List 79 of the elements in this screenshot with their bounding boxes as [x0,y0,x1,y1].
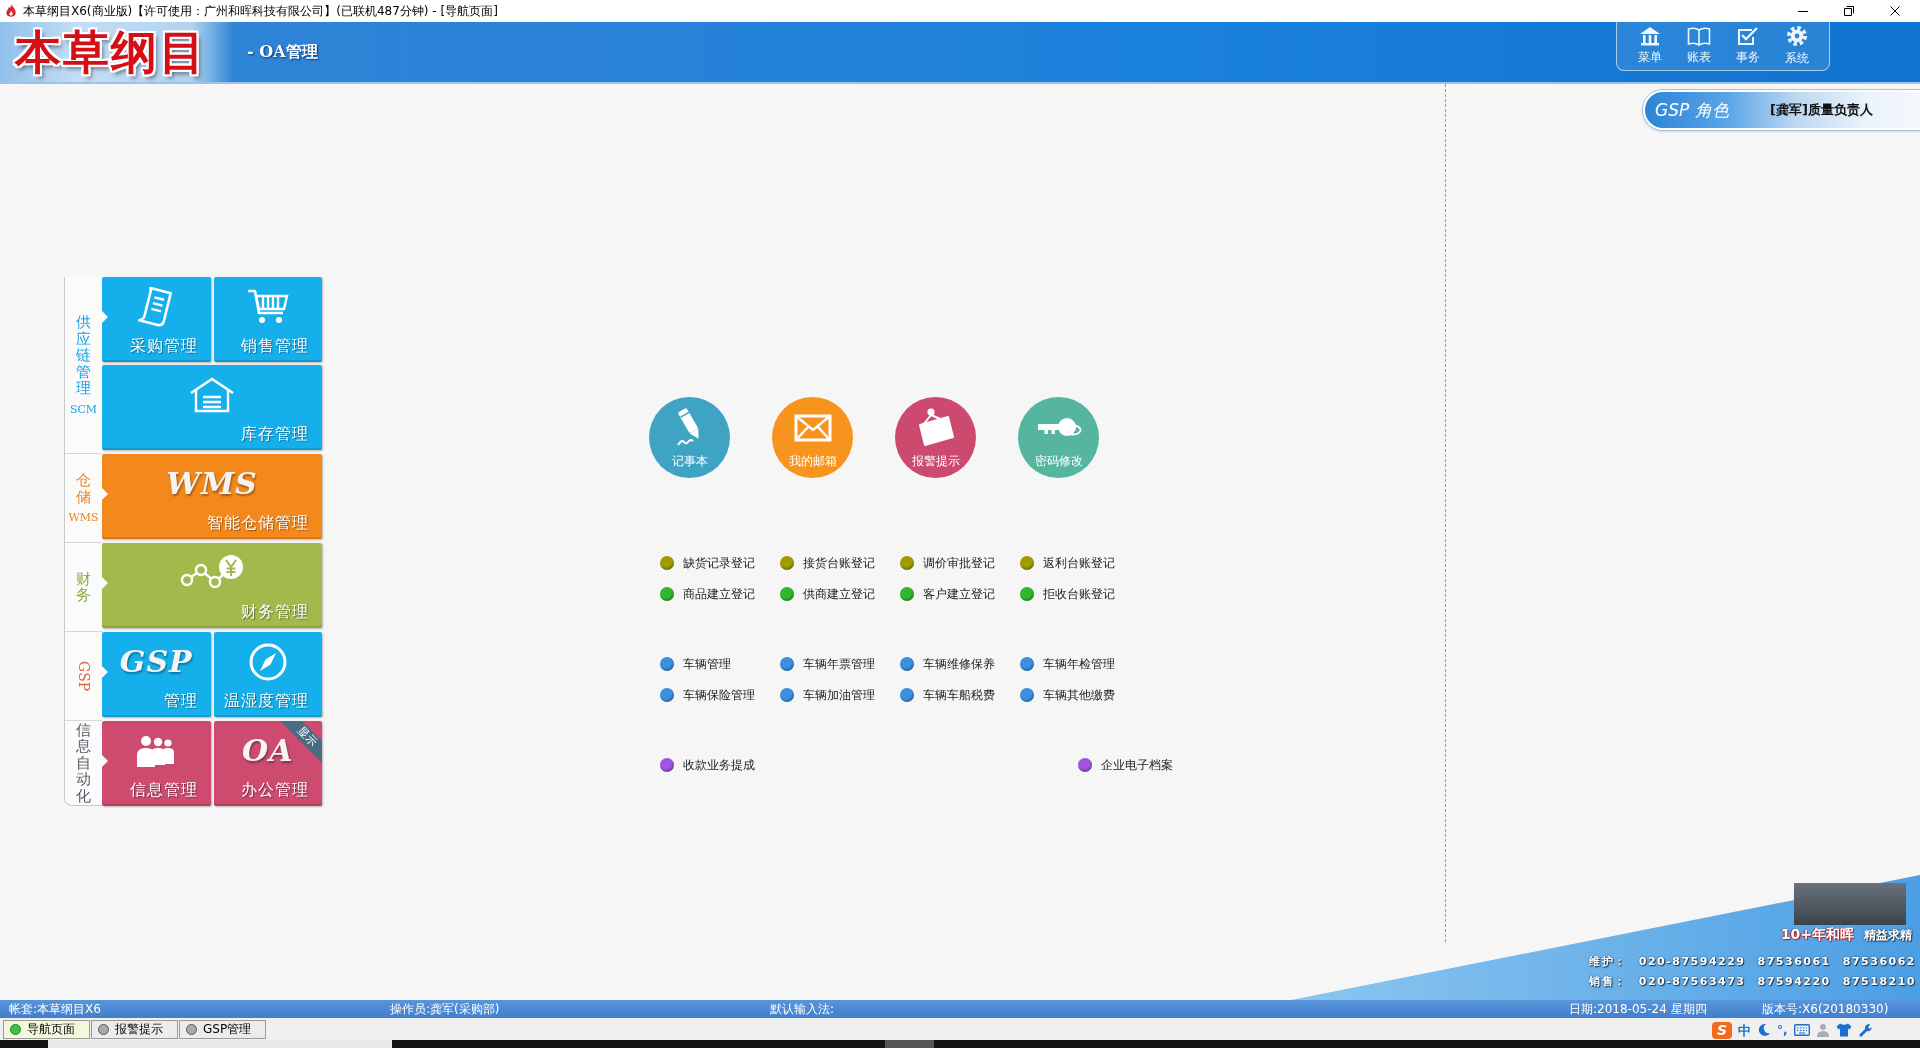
nav-link[interactable]: 车辆车船税费 [900,680,995,710]
keyboard-icon [1793,1024,1810,1036]
settings-icon [1785,25,1808,47]
app-logo: 本草纲目 [15,29,207,75]
status-text: 版本号:X6(20180330) [1762,1002,1890,1016]
category-code: WMS [68,511,99,524]
nav-link[interactable]: 拒收台账登记 [1020,579,1115,609]
category-label: 供应链管理 [76,314,91,397]
nav-link[interactable]: 调价审批登记 [900,548,995,578]
flame-icon [4,4,18,18]
nav-link[interactable]: 车辆年票管理 [780,649,875,679]
restore-icon [1844,6,1854,16]
category-label: GSP [76,660,91,692]
close-icon [1890,6,1900,16]
nav-link[interactable]: 缺货记录登记 [660,548,755,578]
people-icon [136,734,177,768]
category-label: 仓储 [76,472,91,505]
wrench-icon [1857,1022,1873,1038]
logo-text: WMS [166,469,258,499]
shirt-icon [1835,1023,1852,1037]
tab[interactable]: 导航页面 [3,1019,90,1039]
ime-punctuation[interactable]: °, [1777,1023,1788,1037]
warehouse-icon [189,377,235,413]
contact-label: 销售： [1589,975,1627,988]
page-subtitle: - OA管理 [247,41,318,63]
nav-link[interactable]: 收款业务提成 [660,750,755,780]
phone-number: 87536062 [1842,955,1916,968]
category-code: SCM [69,402,98,416]
moon-icon [1757,1023,1771,1037]
nav-link[interactable]: 商品建立登记 [660,579,755,609]
nav-link[interactable]: 车辆维修保养 [900,649,995,679]
module-tile[interactable]: 信息管理 [102,721,211,806]
phone-number: 87536061 [1757,955,1831,968]
status-text: 默认输入法: [770,1002,836,1016]
nav-link[interactable]: 车辆保险管理 [660,680,755,710]
logo-text: OA [242,736,294,766]
nav-link[interactable]: 企业电子档案 [1078,750,1173,780]
checkbox-icon [1736,26,1759,46]
ime-mode[interactable]: 中 [1738,1022,1751,1038]
toolbar-button[interactable]: 菜单 [1625,22,1674,70]
phone-number: 87518210 [1842,975,1916,988]
toolbar-button[interactable]: 事务 [1723,22,1772,70]
slogan-text: 10+年和晖 [1780,926,1854,944]
toolbar-button[interactable]: 账表 [1674,22,1723,70]
status-text: 日期:2018-05-24 星期四 [1569,1002,1708,1016]
nav-link[interactable]: 车辆管理 [660,649,731,679]
tab[interactable]: GSP管理 [179,1019,267,1039]
nav-link[interactable]: 客户建立登记 [900,579,995,609]
nav-link[interactable]: 接货台账登记 [780,548,875,578]
compass-icon [247,642,288,682]
building-icon [1638,26,1661,46]
status-text: 帐套:本草纲目X6 [9,1002,102,1016]
tab[interactable]: 报警提示 [91,1019,178,1039]
status-dot-icon [10,1023,21,1035]
status-dot-icon [98,1023,109,1035]
status-dot-icon [186,1023,197,1035]
nav-link[interactable]: 车辆其他缴费 [1020,680,1115,710]
book-icon [1686,26,1711,46]
logo-text: GSP [119,647,193,677]
phone-number: 87594220 [1757,975,1831,988]
window-title: 本草纲目X6(商业版)【许可使用：广州和晖科技有限公司】(已联机487分钟) - [导航页面] [23,2,498,20]
nav-link[interactable]: 返利台账登记 [1020,548,1115,578]
quick-action-button[interactable]: 报警提示 [895,397,976,478]
nav-link[interactable]: 车辆年检管理 [1020,649,1115,679]
phone-number: 020-87563473 [1638,975,1746,988]
envelope-icon [793,414,832,442]
role-value: [龚军]质量负责人 [1770,101,1873,119]
phone-number: 020-87594229 [1638,955,1746,968]
contact-label: 维护： [1589,955,1627,968]
category-label: 财务 [76,570,91,604]
person-icon [1815,1023,1830,1037]
role-label: GSP 角色 [1655,98,1730,122]
motto-text: 精益求精 [1864,926,1912,944]
nav-link[interactable]: 车辆加油管理 [780,680,875,710]
nav-link[interactable]: 供商建立登记 [780,579,875,609]
category-label: 信息自动化 [76,721,91,805]
status-text: 操作员:龚军(采购部) [390,1002,501,1016]
module-tile[interactable]: OA 办公管理 显示 [213,721,322,806]
toolbar-button[interactable]: 系统 [1772,22,1821,70]
